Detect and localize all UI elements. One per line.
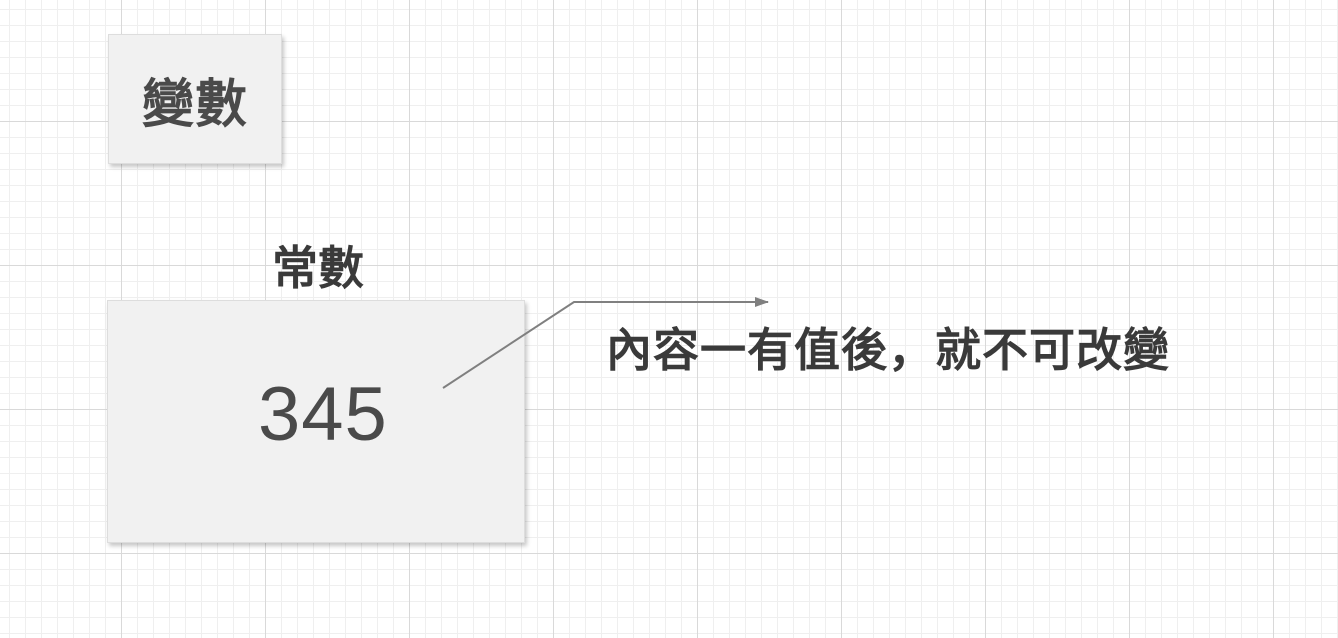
annotation-text: 內容一有值後，就不可改變: [606, 323, 1170, 377]
constant-node[interactable]: 345: [107, 300, 525, 543]
variable-label: 變數: [141, 74, 248, 135]
variable-node[interactable]: 變數: [108, 34, 282, 164]
diagram-canvas: 變數 常數 345 內容一有值後，就不可改變: [0, 0, 1338, 638]
constant-title: 常數: [272, 241, 364, 295]
constant-value: 345: [258, 372, 388, 457]
